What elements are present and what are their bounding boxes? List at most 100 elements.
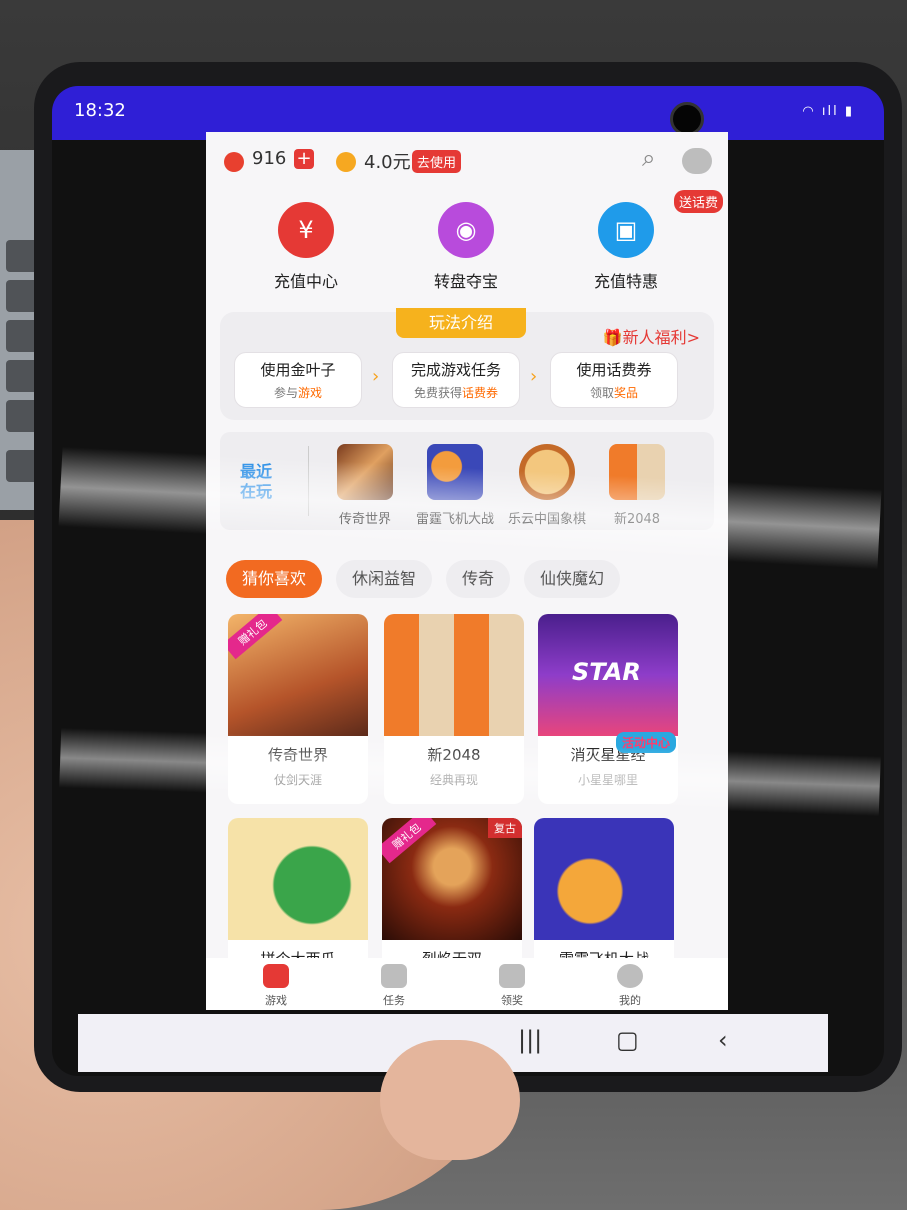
step-desc-highlight: 话费券 xyxy=(462,386,499,400)
game-thumbnail xyxy=(228,818,368,940)
game-center-app: 916 + 4.0元 去使用 ⌕ 送话费 ¥ 充值中心 ◉ 转盘夺宝 ▣ 充值特… xyxy=(206,132,728,1010)
home-icon[interactable]: ▢ xyxy=(616,1026,639,1054)
step-desc: 参与游戏 xyxy=(235,384,361,401)
game-subtitle: 小星星哪里 xyxy=(577,773,638,787)
step-desc-highlight: 奖品 xyxy=(614,386,639,400)
recently-played-panel: 最近 在玩 传奇世界 雷霆飞机大战 乐云中国象棋 新2048 xyxy=(220,432,714,530)
top-bar: 916 + 4.0元 去使用 ⌕ xyxy=(206,132,728,188)
nav-label: 游戏 xyxy=(265,994,287,1007)
step-desc: 免费获得话费券 xyxy=(393,384,519,401)
phone-screen: 18:32 ◠ ıll ▮ 916 + 4.0元 去使用 ⌕ 送话费 ¥ 充值中… xyxy=(52,86,884,1076)
status-time: 18:32 xyxy=(74,100,126,121)
recent-apps-icon[interactable]: ||| xyxy=(518,1026,542,1054)
game-subtitle: 经典再现 xyxy=(429,773,478,787)
add-leaf-button[interactable]: + xyxy=(294,149,314,169)
step-title: 使用话费券 xyxy=(576,361,652,379)
recent-game-name: 新2048 xyxy=(613,512,661,527)
chevron-right-icon: › xyxy=(372,366,380,387)
step-title: 完成游戏任务 xyxy=(410,361,501,379)
game-title: 新2048 xyxy=(427,746,481,764)
step-desc-prefix: 参与 xyxy=(273,386,298,400)
activity-center-badge[interactable]: 活动中心 xyxy=(615,732,676,753)
money-bag-icon: ¥ xyxy=(278,202,334,258)
star-logo: STAR xyxy=(572,658,641,686)
step-desc-prefix: 领取 xyxy=(589,386,614,400)
game-title: 传奇世界 xyxy=(267,746,328,764)
game-thumbnail xyxy=(427,444,483,500)
gold-leaf-icon xyxy=(224,152,244,172)
search-icon[interactable]: ⌕ xyxy=(642,144,655,172)
game-thumbnail xyxy=(337,444,393,500)
how-to-play-panel: 玩法介绍 🎁新人福利> 使用金叶子 参与游戏 › 完成游戏任务 免费获得话费券 … xyxy=(220,308,714,420)
wheel-icon: ◉ xyxy=(438,202,494,258)
step-use-leaves: 使用金叶子 参与游戏 xyxy=(234,352,362,408)
use-balance-button[interactable]: 去使用 xyxy=(412,150,462,173)
gift-pack-ribbon: 赠礼包 xyxy=(382,818,437,864)
nav-label: 领奖 xyxy=(501,994,523,1007)
game-card[interactable]: 赠礼包 传奇世界 仗剑天涯 xyxy=(228,614,368,804)
feature-label: 转盘夺宝 xyxy=(433,272,498,291)
game-thumbnail xyxy=(534,818,674,940)
gift-box-icon: ▣ xyxy=(598,202,654,258)
recent-game[interactable]: 新2048 xyxy=(592,444,682,527)
feature-recharge-center[interactable]: ¥ 充值中心 xyxy=(246,202,366,292)
game-thumbnail: STAR xyxy=(538,614,678,736)
nav-tasks[interactable]: 任务 xyxy=(364,964,424,1008)
game-subtitle: 仗剑天涯 xyxy=(273,773,322,787)
nav-label: 任务 xyxy=(383,994,405,1007)
tab-guess-you-like[interactable]: 猜你喜欢 xyxy=(226,560,322,598)
how-to-play-header: 玩法介绍 xyxy=(396,308,526,338)
newbie-benefits-label: 新人福利> xyxy=(622,328,700,347)
gift-pack-ribbon: 赠礼包 xyxy=(228,614,283,660)
recent-label-line1: 最近 xyxy=(240,462,273,481)
reward-bag-icon xyxy=(499,964,525,988)
feature-label: 充值中心 xyxy=(273,272,338,291)
thumb xyxy=(380,1040,520,1160)
tab-xianxia[interactable]: 仙侠魔幻 xyxy=(524,560,620,598)
divider xyxy=(308,446,309,516)
step-desc-highlight: 游戏 xyxy=(298,386,323,400)
recent-game[interactable]: 传奇世界 xyxy=(320,444,410,527)
leaf-count: 916 xyxy=(252,148,287,169)
game-thumbnail xyxy=(609,444,665,500)
feature-label: 充值特惠 xyxy=(593,272,658,291)
recent-game[interactable]: 雷霆飞机大战 xyxy=(410,444,500,527)
front-camera xyxy=(670,102,704,136)
game-thumbnail: 赠礼包 xyxy=(228,614,368,736)
balance-value: 4.0元 xyxy=(364,152,411,173)
yuan-coin-icon xyxy=(336,152,356,172)
recent-game-name: 雷霆飞机大战 xyxy=(415,512,494,527)
nav-games[interactable]: 游戏 xyxy=(246,964,306,1008)
tab-legend[interactable]: 传奇 xyxy=(446,560,510,598)
retro-corner-badge: 复古 xyxy=(488,818,522,838)
newbie-benefits-link[interactable]: 🎁新人福利> xyxy=(603,324,700,348)
tab-casual-puzzle[interactable]: 休闲益智 xyxy=(336,560,432,598)
message-icon[interactable] xyxy=(682,148,712,174)
game-thumbnail xyxy=(384,614,524,736)
chevron-right-icon: › xyxy=(530,366,538,387)
nav-rewards[interactable]: 领奖 xyxy=(482,964,542,1008)
recent-label-line2: 在玩 xyxy=(240,482,273,501)
nav-profile[interactable]: 我的 xyxy=(600,964,660,1008)
profile-icon xyxy=(617,964,643,988)
gamepad-icon xyxy=(263,964,289,988)
step-use-voucher: 使用话费券 领取奖品 xyxy=(550,352,678,408)
recent-game-name: 传奇世界 xyxy=(338,512,391,527)
back-icon[interactable]: ‹ xyxy=(718,1026,728,1054)
signal-wifi-battery-icon: ◠ ıll ▮ xyxy=(802,104,854,119)
bottom-navigation: 游戏 任务 领奖 我的 xyxy=(206,958,728,1010)
recently-played-label: 最近 在玩 xyxy=(240,462,288,502)
step-desc: 领取奖品 xyxy=(551,384,677,401)
game-thumbnail: 赠礼包 复古 xyxy=(382,818,522,940)
game-card[interactable]: STAR 消灭星星经 小星星哪里 活动中心 xyxy=(538,614,678,804)
game-thumbnail xyxy=(519,444,575,500)
game-card[interactable]: 新2048 经典再现 xyxy=(384,614,524,804)
gift-icon: 🎁 xyxy=(602,328,623,347)
task-list-icon xyxy=(381,964,407,988)
feature-recharge-deals[interactable]: ▣ 充值特惠 xyxy=(566,202,686,292)
step-complete-tasks: 完成游戏任务 免费获得话费券 xyxy=(392,352,520,408)
recent-game-name: 乐云中国象棋 xyxy=(507,512,586,527)
nav-label: 我的 xyxy=(619,994,641,1007)
recent-game[interactable]: 乐云中国象棋 xyxy=(502,444,592,527)
feature-lucky-wheel[interactable]: ◉ 转盘夺宝 xyxy=(406,202,526,292)
